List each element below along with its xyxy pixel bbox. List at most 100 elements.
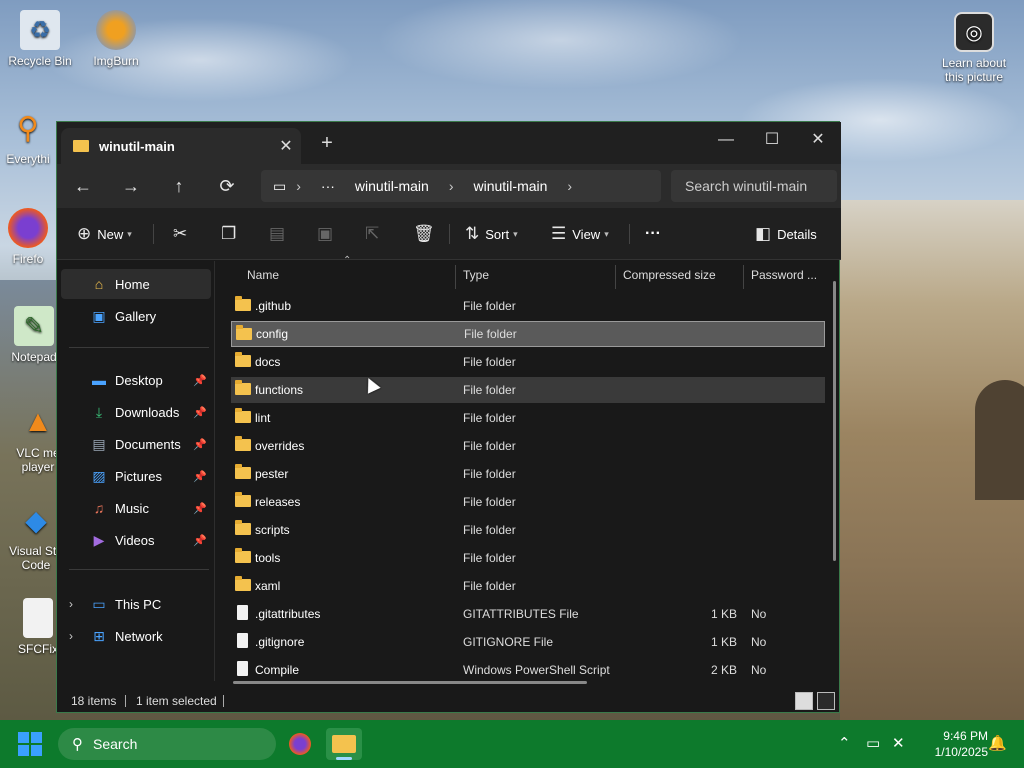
view-button[interactable]: ☰ View ▾ <box>551 222 609 246</box>
file-row[interactable]: Compile Windows PowerShell Script 2 KB No <box>231 657 825 683</box>
notification-bell-icon[interactable]: 🔔 <box>988 734 1007 752</box>
column-header-compressed-size[interactable]: Compressed size <box>613 261 743 289</box>
more-options-button[interactable]: ··· <box>645 222 661 246</box>
file-row[interactable]: functions File folder <box>231 377 825 403</box>
minimize-button[interactable]: — <box>703 126 749 154</box>
new-tab-button[interactable]: + <box>315 132 339 156</box>
file-row[interactable]: tools File folder <box>231 545 825 571</box>
file-row[interactable]: .gitattributes GITATTRIBUTES File 1 KB No <box>231 601 825 627</box>
search-input[interactable]: Search winutil-main <box>671 170 837 202</box>
sidebar-item-home[interactable]: ⌂ Home <box>61 269 211 299</box>
horizontal-scrollbar[interactable] <box>233 681 587 684</box>
pin-icon[interactable]: 📌 <box>193 374 207 387</box>
column-header-type[interactable]: Type <box>453 261 613 289</box>
tab-winutil-main[interactable]: winutil-main ✕ <box>61 128 301 164</box>
copy-button[interactable]: ❐ <box>221 222 242 246</box>
sidebar-item-downloads[interactable]: ⤓ Downloads 📌 <box>61 397 211 427</box>
back-button[interactable]: ← <box>69 174 97 198</box>
column-header-name[interactable]: Name <box>237 261 457 289</box>
file-type: GITATTRIBUTES File <box>463 607 579 621</box>
file-row[interactable]: overrides File folder <box>231 433 825 459</box>
desktop-icon-recycle-bin[interactable]: ♻ Recycle Bin <box>2 10 78 68</box>
sidebar-item-videos[interactable]: ▶ Videos 📌 <box>61 525 211 555</box>
file-row[interactable]: config File folder <box>231 321 825 347</box>
breadcrumb-item[interactable]: winutil-main <box>474 178 548 194</box>
system-clock[interactable]: 9:46 PM 1/10/2025 <box>916 728 988 760</box>
column-header-password[interactable]: Password ... <box>741 261 831 289</box>
paste-button[interactable]: ▤ <box>269 222 291 246</box>
taskbar-search-box[interactable]: ⚲ Search <box>58 728 276 760</box>
sort-button[interactable]: ⇅ Sort ▾ <box>465 222 518 246</box>
file-row[interactable]: releases File folder <box>231 489 825 515</box>
details-view-button[interactable] <box>795 692 813 710</box>
pin-icon[interactable]: 📌 <box>193 502 207 515</box>
file-row[interactable]: .gitignore GITIGNORE File 1 KB No <box>231 629 825 655</box>
start-button[interactable] <box>18 732 42 756</box>
sidebar-item-gallery[interactable]: ▣ Gallery <box>61 301 211 331</box>
file-type: Windows PowerShell Script <box>463 663 610 677</box>
videos-icon: ▶ <box>93 532 105 548</box>
chevron-up-icon[interactable]: ⌃ <box>838 734 851 752</box>
file-row[interactable]: .github File folder <box>231 293 825 319</box>
taskbar-firefox[interactable] <box>282 728 318 760</box>
pin-icon[interactable]: 📌 <box>193 470 207 483</box>
imgburn-icon <box>96 10 136 50</box>
sidebar-item-network[interactable]: › ⊞ Network <box>61 621 211 651</box>
cut-button[interactable]: ✂ <box>173 222 193 246</box>
item-count: 18 items <box>71 694 117 708</box>
file-name: .gitattributes <box>255 607 321 621</box>
plus-circle-icon: ⊕ <box>77 224 92 243</box>
rename-button[interactable]: ▣ <box>317 222 339 246</box>
folder-icon <box>73 140 89 152</box>
recycle-bin-icon: ♻ <box>20 10 60 50</box>
forward-button[interactable]: → <box>117 174 145 198</box>
vertical-scrollbar[interactable] <box>833 281 836 561</box>
desktop-icon-label: ImgBurn <box>93 54 139 68</box>
file-row[interactable]: docs File folder <box>231 349 825 375</box>
file-name: .github <box>255 299 292 313</box>
desktop-icon-imgburn[interactable]: ImgBurn <box>78 10 154 68</box>
desktop-icon-label: Recycle Bin <box>8 54 72 68</box>
address-bar[interactable]: ▭ › ··· winutil-main › winutil-main › <box>261 170 661 202</box>
pin-icon[interactable]: 📌 <box>193 438 207 451</box>
this-pc-icon: ▭ <box>92 596 106 612</box>
file-row[interactable]: xaml File folder <box>231 573 825 599</box>
file-size: 1 KB <box>710 635 737 649</box>
delete-button[interactable]: 🗑 <box>413 222 441 246</box>
file-name: config <box>256 327 289 341</box>
pin-icon[interactable]: 📌 <box>193 406 207 419</box>
breadcrumb-overflow[interactable]: ··· <box>321 178 335 194</box>
tab-close-icon[interactable]: ✕ <box>271 136 301 156</box>
chevron-down-icon: ▾ <box>604 228 609 239</box>
close-button[interactable]: ✕ <box>795 126 841 154</box>
file-row[interactable]: pester File folder <box>231 461 825 487</box>
sidebar-item-pictures[interactable]: ▨ Pictures 📌 <box>61 461 211 491</box>
sidebar-item-desktop[interactable]: ▬ Desktop 📌 <box>61 365 211 395</box>
share-button[interactable]: ⇱ <box>365 222 385 246</box>
refresh-button[interactable]: ⟳ <box>213 174 241 198</box>
taskbar-file-explorer[interactable] <box>326 728 362 760</box>
details-button-label: Details <box>777 226 817 242</box>
up-button[interactable]: ↑ <box>165 174 193 198</box>
maximize-button[interactable]: ☐ <box>749 126 795 154</box>
large-icons-view-button[interactable] <box>817 692 835 710</box>
folder-icon <box>235 548 251 563</box>
sidebar-item-music[interactable]: ♫ Music 📌 <box>61 493 211 523</box>
navigation-pane: ⌂ Home ▣ Gallery ▬ Desktop 📌 ⤓ Downloads… <box>57 261 215 681</box>
details-pane-button[interactable]: ◧ Details <box>755 222 817 246</box>
volume-muted-icon[interactable]: ✕ <box>892 734 905 752</box>
breadcrumb-item[interactable]: winutil-main <box>355 178 429 194</box>
taskbar-search-label: Search <box>93 736 138 752</box>
file-name: releases <box>255 495 301 509</box>
chevron-right-icon[interactable]: › <box>69 629 73 643</box>
pin-icon[interactable]: 📌 <box>193 534 207 547</box>
sidebar-item-this-pc[interactable]: › ▭ This PC <box>61 589 211 619</box>
file-row[interactable]: scripts File folder <box>231 517 825 543</box>
file-row[interactable]: lint File folder <box>231 405 825 431</box>
sidebar-item-documents[interactable]: ▤ Documents 📌 <box>61 429 211 459</box>
network-status-icon[interactable]: ▭ <box>866 734 880 752</box>
learn-about-picture[interactable]: ◎ Learn about this picture <box>936 12 1012 84</box>
sidebar-item-label: Gallery <box>115 308 157 324</box>
new-button[interactable]: ⊕ New ▾ <box>77 222 132 246</box>
chevron-right-icon[interactable]: › <box>69 597 73 611</box>
